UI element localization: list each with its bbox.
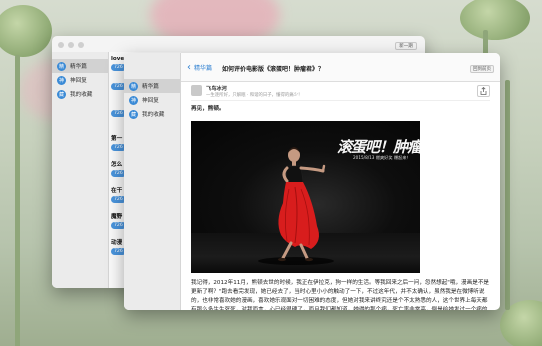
featured-icon: 精 xyxy=(129,81,138,91)
dancer-figure xyxy=(258,147,334,265)
author-description: 一生逐所好，只解眠 · 和谐的日子，懂得的痛少！ xyxy=(206,93,303,98)
sidebar-item-label: 神回复 xyxy=(142,98,159,104)
sidebar-item-label: 精华篇 xyxy=(70,64,87,70)
poppy-pod xyxy=(460,0,530,40)
back-button[interactable]: ‹ 精华篇 xyxy=(187,61,213,73)
window-controls xyxy=(58,42,84,48)
author-name[interactable]: 飞鸟冰河 xyxy=(206,85,227,92)
featured-icon: 精 xyxy=(57,61,66,71)
close-button[interactable] xyxy=(58,42,64,48)
author-row: 飞鸟冰河 一生逐所好，只解眠 · 和谐的日子，懂得的痛少！ xyxy=(191,82,490,101)
favorites-icon: 藏 xyxy=(57,89,66,99)
avatar[interactable] xyxy=(191,85,202,96)
sidebar-item-featured[interactable]: 精 精华篇 xyxy=(124,79,180,93)
sidebar-item-replies[interactable]: 神 神回复 xyxy=(52,73,108,87)
intro-text: 再见，熊顿。 xyxy=(191,106,225,112)
sidebar-item-label: 我的收藏 xyxy=(70,92,93,98)
return-button[interactable]: 回到前页 xyxy=(470,65,494,73)
replies-icon: 神 xyxy=(57,75,66,85)
movie-poster-image: 滚蛋吧！肿瘤君 2015/8/13 燃爽好笑 爆起来！ xyxy=(191,121,420,273)
front-app-window: 精 精华篇 神 神回复 藏 我的收藏 ‹ 精华篇 如何评价电影版《滚蛋吧！肿瘤君… xyxy=(124,53,500,310)
sidebar-item-label: 神回复 xyxy=(70,78,87,84)
sidebar-item-featured[interactable]: 精 精华篇 xyxy=(52,59,108,73)
article-body: 我记得，2012年11月，熊顿去世的时候，我正在伊拉克，狗一样的生活。等我回来之… xyxy=(191,280,490,310)
minimize-button[interactable] xyxy=(68,42,74,48)
article-content: 飞鸟冰河 一生逐所好，只解眠 · 和谐的日子，懂得的痛少！ 再见，熊顿。 滚蛋吧… xyxy=(181,82,500,310)
share-button[interactable] xyxy=(477,85,490,97)
plant-stem xyxy=(15,55,20,346)
sidebar-item-replies[interactable]: 神 神回复 xyxy=(124,93,180,107)
plant-stem xyxy=(505,80,510,310)
sidebar-item-favorites[interactable]: 藏 我的收藏 xyxy=(124,107,180,121)
toolbar: ‹ 精华篇 如何评价电影版《滚蛋吧！肿瘤君》？ 回到前页 xyxy=(181,53,500,82)
sidebar-item-favorites[interactable]: 藏 我的收藏 xyxy=(52,87,108,101)
sidebar-item-label: 精华篇 xyxy=(142,84,159,90)
replies-icon: 神 xyxy=(129,95,138,105)
sidebar-item-label: 我的收藏 xyxy=(142,112,165,118)
new-issue-button[interactable]: 新一期 xyxy=(395,42,417,50)
poppy-pod xyxy=(0,5,52,57)
chevron-left-icon: ‹ xyxy=(187,61,191,73)
zoom-button[interactable] xyxy=(78,42,84,48)
sidebar: 精 精华篇 神 神回复 藏 我的收藏 xyxy=(124,53,181,310)
share-icon xyxy=(480,87,487,95)
favorites-icon: 藏 xyxy=(129,109,138,119)
back-sidebar: 精 精华篇 神 神回复 藏 我的收藏 xyxy=(52,52,109,288)
back-button-label: 精华篇 xyxy=(194,65,213,72)
article-title: 如何评价电影版《滚蛋吧！肿瘤君》？ xyxy=(222,66,325,73)
